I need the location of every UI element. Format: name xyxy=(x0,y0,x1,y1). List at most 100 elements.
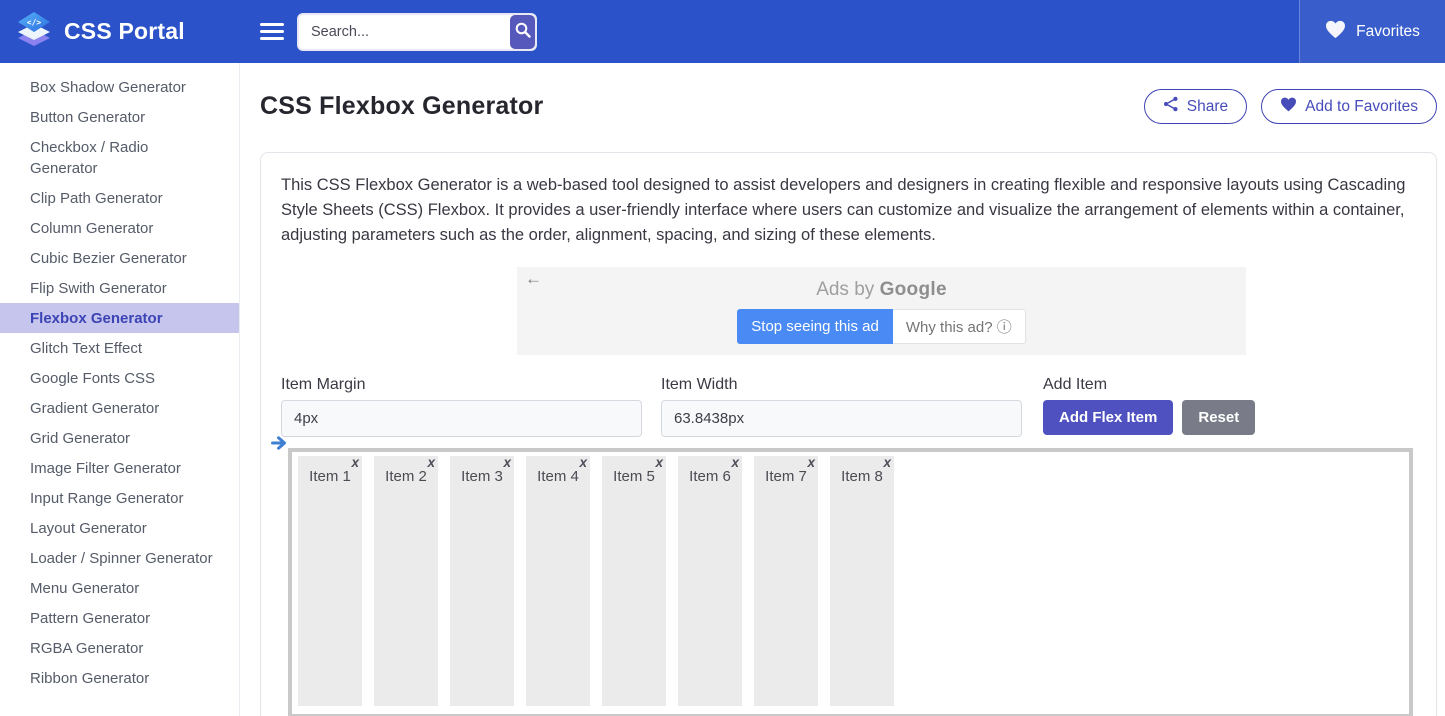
sidebar-item[interactable]: Column Generator xyxy=(0,213,239,243)
flex-item[interactable]: Item 6 x xyxy=(678,456,742,706)
sidebar-nav: Box Shadow Generator Button Generator Ch… xyxy=(0,63,240,716)
search-bar xyxy=(297,13,537,51)
item-margin-input[interactable] xyxy=(281,400,642,437)
search-input[interactable] xyxy=(299,15,510,49)
remove-item-x-icon[interactable]: x xyxy=(807,456,815,470)
sidebar-item[interactable]: Box Shadow Generator xyxy=(0,72,239,102)
generator-card: This CSS Flexbox Generator is a web-base… xyxy=(260,152,1437,716)
add-to-favorites-button[interactable]: Add to Favorites xyxy=(1261,89,1437,124)
flex-item-label: Item 7 xyxy=(765,468,807,485)
sidebar-item-label: Layout Generator xyxy=(30,520,147,537)
share-button[interactable]: Share xyxy=(1144,89,1247,124)
sidebar-item-label: Box Shadow Generator xyxy=(30,79,186,96)
sidebar-item[interactable]: Loader / Spinner Generator xyxy=(0,543,239,573)
remove-item-x-icon[interactable]: x xyxy=(351,456,359,470)
sidebar-item[interactable]: Clip Path Generator xyxy=(0,183,239,213)
flex-item[interactable]: Item 2 x xyxy=(374,456,438,706)
remove-item-x-icon[interactable]: x xyxy=(883,456,891,470)
svg-text:</>: </> xyxy=(27,18,42,27)
brand-logo[interactable]: </> CSS Portal xyxy=(0,9,240,54)
add-to-favorites-label: Add to Favorites xyxy=(1305,98,1418,116)
sidebar-item[interactable]: Gradient Generator xyxy=(0,393,239,423)
hamburger-menu-icon[interactable] xyxy=(260,19,284,44)
page-title: CSS Flexbox Generator xyxy=(260,92,543,121)
flex-item-label: Item 6 xyxy=(689,468,731,485)
sidebar-item[interactable]: Google Fonts CSS xyxy=(0,363,239,393)
flex-item[interactable]: Item 8 x xyxy=(830,456,894,706)
brand-name: CSS Portal xyxy=(64,18,185,45)
sidebar-item[interactable]: RGBA Generator xyxy=(0,633,239,663)
controls-row: Item Margin Item Width Add Item Add Flex… xyxy=(281,376,1416,437)
share-icon xyxy=(1163,96,1179,117)
sidebar-item[interactable]: Grid Generator xyxy=(0,423,239,453)
sidebar-item-label: Pattern Generator xyxy=(30,610,150,627)
item-width-input[interactable] xyxy=(661,400,1022,437)
ad-back-arrow-icon[interactable]: ← xyxy=(525,269,542,289)
heart-icon xyxy=(1280,97,1297,117)
flex-item-label: Item 8 xyxy=(841,468,883,485)
why-this-ad-button[interactable]: Why this ad? ⓘ xyxy=(893,309,1026,344)
sidebar-item[interactable]: Flip Swith Generator xyxy=(0,273,239,303)
flex-item[interactable]: Item 4 x xyxy=(526,456,590,706)
sidebar-item-label: Input Range Generator xyxy=(30,490,183,507)
main-content: CSS Flexbox Generator Share xyxy=(240,63,1445,716)
search-button[interactable] xyxy=(510,15,535,49)
flex-item-label: Item 4 xyxy=(537,468,579,485)
sidebar-item[interactable]: Flexbox Generator xyxy=(0,303,239,333)
flex-item-label: Item 5 xyxy=(613,468,655,485)
stop-seeing-ad-button[interactable]: Stop seeing this ad xyxy=(737,309,893,344)
remove-item-x-icon[interactable]: x xyxy=(655,456,663,470)
flex-preview-wrap: Item 1 x Item 2 x Item 3 x Item 4 x xyxy=(281,448,1416,716)
sidebar-item[interactable]: Layout Generator xyxy=(0,513,239,543)
blue-arrow-cursor-icon xyxy=(271,435,287,456)
flex-item-label: Item 3 xyxy=(461,468,503,485)
sidebar-item[interactable]: Ribbon Generator xyxy=(0,663,239,693)
sidebar-item-label: Column Generator xyxy=(30,220,153,237)
sidebar-item[interactable]: Button Generator xyxy=(0,102,239,132)
add-flex-item-button[interactable]: Add Flex Item xyxy=(1043,400,1173,435)
favorites-button[interactable]: Favorites xyxy=(1299,0,1445,63)
sidebar-item-label: Flip Swith Generator xyxy=(30,280,167,297)
favorites-label: Favorites xyxy=(1356,23,1420,41)
sidebar-item[interactable]: Image Filter Generator xyxy=(0,453,239,483)
item-width-label: Item Width xyxy=(661,376,1022,394)
sidebar-item[interactable]: Cubic Bezier Generator xyxy=(0,243,239,273)
remove-item-x-icon[interactable]: x xyxy=(731,456,739,470)
remove-item-x-icon[interactable]: x xyxy=(579,456,587,470)
sidebar-item-label: Ribbon Generator xyxy=(30,670,149,687)
sidebar-item-label: Google Fonts CSS xyxy=(30,370,155,387)
heart-icon xyxy=(1325,20,1346,44)
flex-container[interactable]: Item 1 x Item 2 x Item 3 x Item 4 x xyxy=(288,448,1413,716)
flex-item[interactable]: Item 7 x xyxy=(754,456,818,706)
flex-item[interactable]: Item 1 x xyxy=(298,456,362,706)
sidebar-item[interactable]: Input Range Generator xyxy=(0,483,239,513)
sidebar-item-label: Loader / Spinner Generator xyxy=(30,550,213,567)
sidebar-item[interactable]: Menu Generator xyxy=(0,573,239,603)
flex-item[interactable]: Item 5 x xyxy=(602,456,666,706)
sidebar-item-label: Cubic Bezier Generator xyxy=(30,250,187,267)
sidebar-item-label: RGBA Generator xyxy=(30,640,143,657)
search-icon xyxy=(514,21,532,42)
google-ad-banner: ← Ads by Google Stop seeing this ad Why … xyxy=(517,267,1246,355)
google-wordmark: Google xyxy=(880,279,947,300)
sidebar-item-label: Glitch Text Effect xyxy=(30,340,142,357)
reset-button[interactable]: Reset xyxy=(1182,400,1255,435)
ad-caption: Ads by Google xyxy=(517,279,1246,301)
tool-description: This CSS Flexbox Generator is a web-base… xyxy=(281,173,1416,248)
sidebar-item-label: Checkbox / Radio Generator xyxy=(30,139,148,177)
sidebar-item[interactable]: Glitch Text Effect xyxy=(0,333,239,363)
layers-logo-icon: </> xyxy=(14,9,54,54)
remove-item-x-icon[interactable]: x xyxy=(427,456,435,470)
top-header: </> CSS Portal xyxy=(0,0,1445,63)
sidebar-item-label: Button Generator xyxy=(30,109,145,126)
sidebar-item[interactable]: Checkbox / Radio Generator xyxy=(0,132,239,183)
flex-item[interactable]: Item 3 x xyxy=(450,456,514,706)
sidebar-item-label: Grid Generator xyxy=(30,430,130,447)
share-label: Share xyxy=(1187,98,1228,116)
add-item-label: Add Item xyxy=(1043,376,1255,394)
page: </> CSS Portal xyxy=(0,0,1445,716)
sidebar-item[interactable]: Pattern Generator xyxy=(0,603,239,633)
remove-item-x-icon[interactable]: x xyxy=(503,456,511,470)
flex-item-label: Item 2 xyxy=(385,468,427,485)
sidebar-item-label: Flexbox Generator xyxy=(30,310,163,327)
